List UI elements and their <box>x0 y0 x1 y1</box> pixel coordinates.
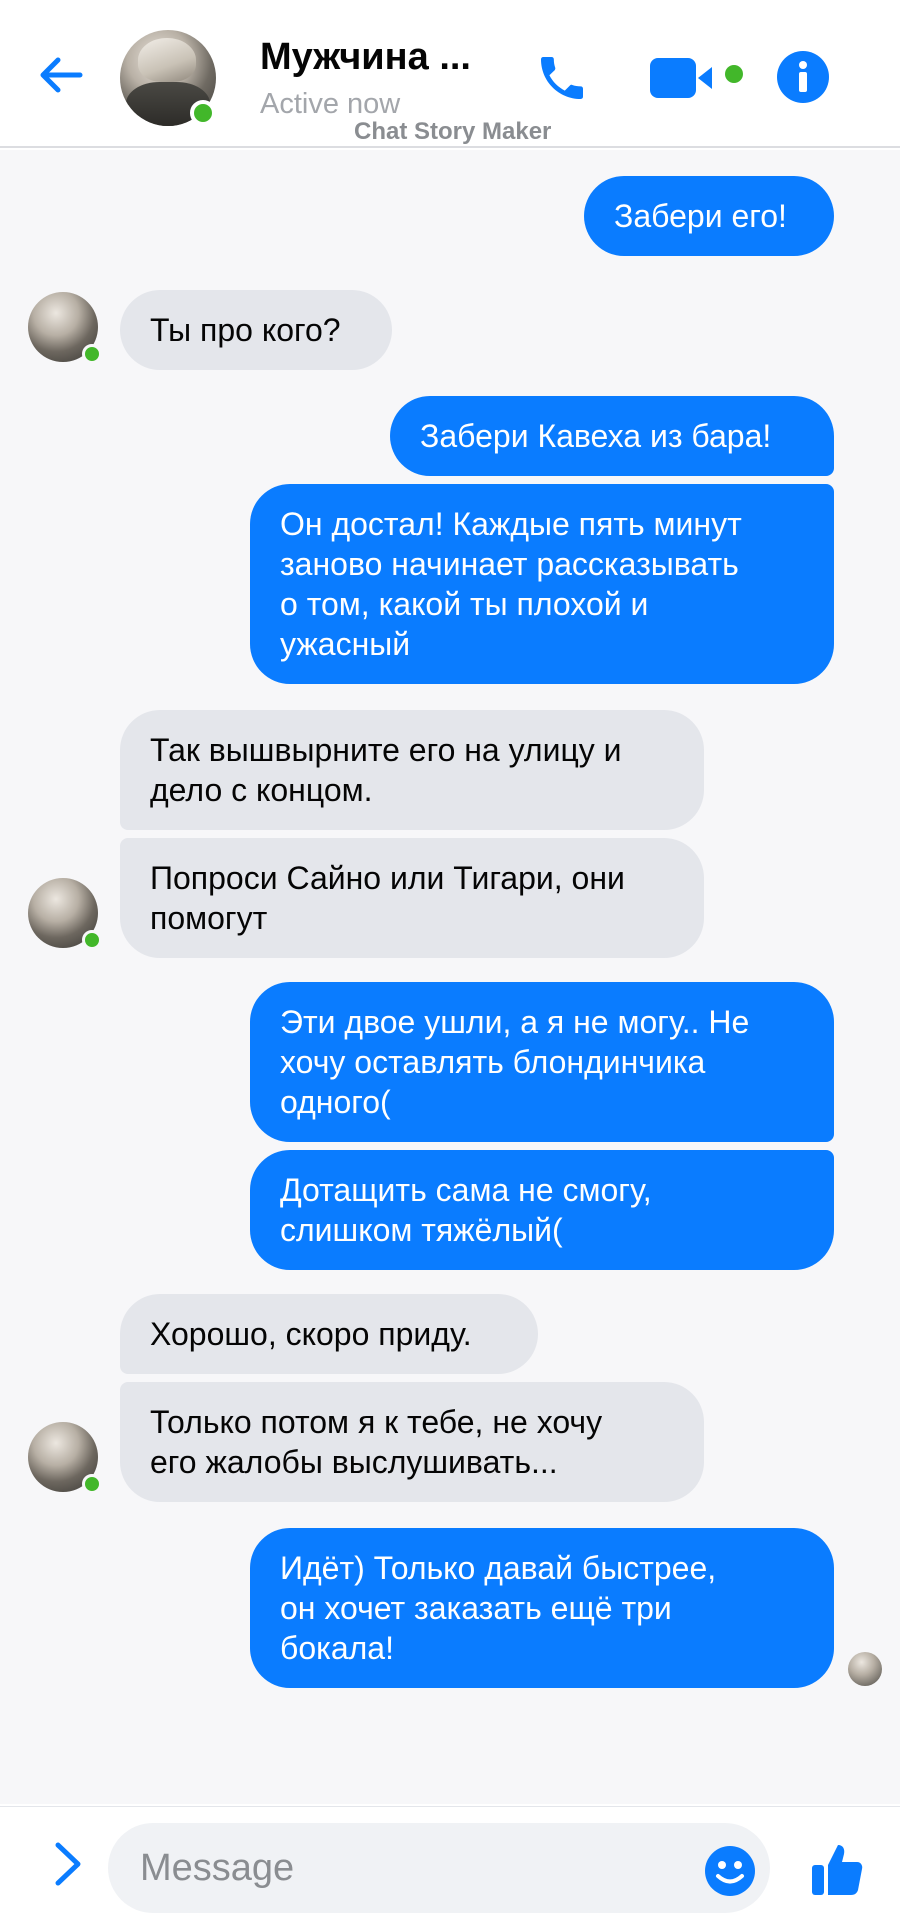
emoji-button[interactable] <box>704 1845 756 1897</box>
video-camera-icon <box>650 58 743 98</box>
info-icon <box>777 51 829 103</box>
message-input[interactable] <box>140 1823 680 1913</box>
composer-bar <box>0 1806 900 1920</box>
active-status: Active now <box>260 88 401 120</box>
watermark: Chat Story Maker <box>354 118 552 145</box>
message-incoming[interactable]: Так вышвырните его на улицу и дело с кон… <box>120 710 704 830</box>
video-call-button[interactable] <box>650 56 746 100</box>
arrow-left-icon <box>40 57 83 93</box>
message-field[interactable] <box>108 1823 770 1913</box>
message-text: Он достал! Каждые пять минут заново начи… <box>280 506 742 662</box>
chevron-right-icon <box>55 1842 81 1886</box>
message-text: Так вышвырните его на улицу и дело с кон… <box>150 732 622 808</box>
message-incoming[interactable]: Только потом я к тебе, не хочу его жалоб… <box>120 1382 704 1502</box>
message-text: Эти двое ушли, а я не могу.. Не хочу ост… <box>280 1004 750 1120</box>
message-text: Забери Кавеха из бара! <box>420 418 772 454</box>
smiley-icon <box>705 1846 755 1896</box>
phone-icon <box>541 57 583 99</box>
message-text: Попроси Сайно или Тигари, они помогут <box>150 860 625 936</box>
message-outgoing[interactable]: Идёт) Только давай быстрее, он хочет зак… <box>250 1528 834 1688</box>
message-incoming[interactable]: Хорошо, скоро приду. <box>120 1294 538 1374</box>
message-outgoing[interactable]: Он достал! Каждые пять минут заново начи… <box>250 484 834 684</box>
info-button[interactable] <box>776 50 830 104</box>
thumbs-up-icon <box>812 1845 863 1895</box>
message-outgoing[interactable]: Забери его! <box>584 176 834 256</box>
contact-avatar-small[interactable] <box>28 292 102 364</box>
voice-call-button[interactable] <box>534 50 590 106</box>
message-outgoing[interactable]: Забери Кавеха из бара! <box>390 396 834 476</box>
back-button[interactable] <box>36 50 86 100</box>
chat-header: Мужчина ... Active now Chat Story Maker <box>0 0 900 148</box>
thumbs-up-button[interactable] <box>810 1841 864 1897</box>
message-text: Ты про кого? <box>150 312 341 348</box>
message-text: Дотащить сама не смогу, слишком тяжёлый( <box>280 1172 652 1248</box>
expand-actions-button[interactable] <box>44 1839 92 1889</box>
contact-avatar-small[interactable] <box>28 878 102 950</box>
message-text: Забери его! <box>614 198 787 234</box>
contact-name[interactable]: Мужчина ... <box>260 36 471 79</box>
contact-avatar-small[interactable] <box>28 1422 102 1494</box>
message-incoming[interactable]: Попроси Сайно или Тигари, они помогут <box>120 838 704 958</box>
message-text: Только потом я к тебе, не хочу его жалоб… <box>150 1404 603 1480</box>
message-text: Идёт) Только давай быстрее, он хочет зак… <box>280 1550 717 1666</box>
message-list[interactable]: Забери его! Ты про кого? Забери Кавеха и… <box>0 150 900 1804</box>
message-text: Хорошо, скоро приду. <box>150 1316 472 1352</box>
message-outgoing[interactable]: Дотащить сама не смогу, слишком тяжёлый( <box>250 1150 834 1270</box>
online-indicator <box>190 100 216 126</box>
message-outgoing[interactable]: Эти двое ушли, а я не могу.. Не хочу ост… <box>250 982 834 1142</box>
seen-avatar <box>848 1652 882 1686</box>
message-incoming[interactable]: Ты про кого? <box>120 290 392 370</box>
